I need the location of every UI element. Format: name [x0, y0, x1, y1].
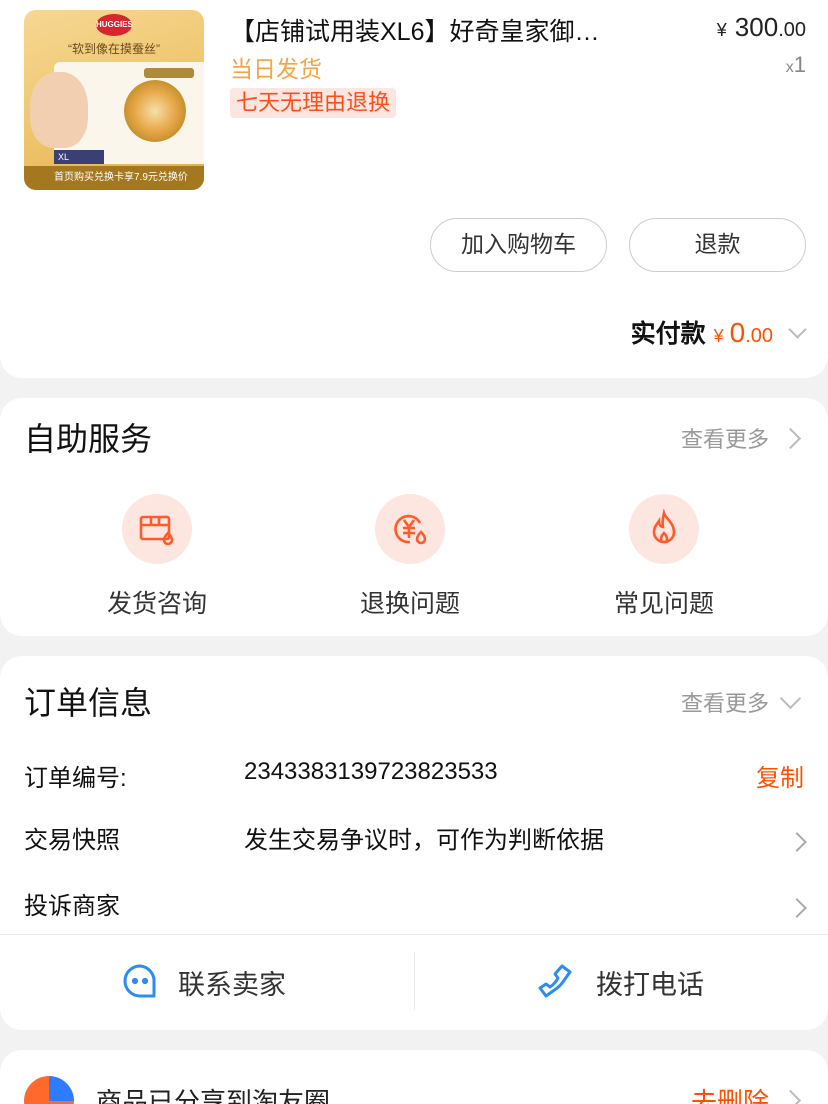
phone-icon [538, 964, 572, 998]
divider [0, 934, 828, 935]
price-int: 300 [734, 12, 779, 42]
self-service-card: 自助服务 查看更多 发货咨询 退换问题 常见问题 [0, 398, 828, 636]
paid-label: 实付款 [630, 320, 706, 348]
service-return-exchange[interactable]: 退换问题 [330, 494, 490, 620]
order-number-label: 订单编号: [24, 765, 127, 792]
return-policy-badge: 七天无理由退换 [230, 88, 397, 118]
chevron-right-icon [787, 898, 807, 918]
shipping-label: 当日发货 [230, 56, 322, 82]
flame-icon [629, 494, 699, 564]
order-info-card: 订单信息 查看更多 订单编号: 2343383139723823533 复制 交… [0, 656, 828, 1030]
image-slogan: “软到像在摸蚕丝” [68, 42, 160, 56]
snapshot-value: 发生交易争议时，可作为判断依据 [244, 827, 604, 854]
chevron-right-icon [779, 427, 802, 449]
pack-tag [144, 68, 194, 78]
snapshot-label: 交易快照 [24, 827, 120, 854]
order-info-title: 订单信息 [24, 685, 153, 721]
pack-size-tag: XL [54, 150, 104, 164]
chat-icon [123, 964, 156, 998]
contact-seller-button[interactable]: 联系卖家 [120, 956, 286, 1008]
yen-exchange-icon [375, 494, 445, 564]
chevron-right-icon [787, 832, 807, 852]
copy-button[interactable]: 复制 [756, 758, 804, 793]
service-label: 常见问题 [613, 590, 714, 618]
baby-figure [30, 72, 88, 148]
share-status-text: 商品已分享到淘友圈 [96, 1087, 331, 1104]
call-phone-button[interactable]: 拨打电话 [536, 956, 704, 1008]
self-service-title: 自助服务 [24, 421, 153, 457]
share-card: 商品已分享到淘友圈 去删除 [0, 1050, 828, 1104]
vertical-divider [414, 952, 415, 1010]
product-card: HUGGIES “软到像在摸蚕丝” XL 首页购买兑换卡享7.9元兑换价 【店铺… [0, 0, 828, 378]
huggies-logo: HUGGIES [96, 14, 133, 36]
order-number-value: 2343383139723823533 [244, 758, 498, 785]
paid-amount: ¥0.00 [713, 317, 773, 348]
decor-bowl [124, 80, 186, 142]
product-quantity: x1 [785, 52, 806, 77]
add-to-cart-button[interactable]: 加入购物车 [430, 218, 607, 272]
service-label: 退换问题 [359, 590, 460, 618]
chevron-right-icon [779, 1089, 802, 1104]
service-shipping-inquiry[interactable]: 发货咨询 [77, 494, 237, 620]
product-image[interactable]: HUGGIES “软到像在摸蚕丝” XL 首页购买兑换卡享7.9元兑换价 [24, 10, 204, 190]
self-service-more-link[interactable]: 查看更多 [681, 422, 802, 454]
refund-button[interactable]: 退款 [629, 218, 806, 272]
delete-share-button[interactable]: 去删除 [691, 1082, 802, 1104]
order-info-more-link[interactable]: 查看更多 [681, 686, 802, 718]
complain-label: 投诉商家 [24, 893, 120, 920]
package-icon [122, 494, 192, 564]
service-label: 发货咨询 [106, 590, 207, 618]
product-title[interactable]: 【店铺试用装XL6】好奇皇家御… [230, 12, 660, 48]
service-faq[interactable]: 常见问题 [584, 494, 744, 620]
chevron-down-icon [788, 320, 807, 339]
paid-amount-row[interactable]: 实付款 ¥0.00 [630, 314, 807, 350]
price-symbol: ¥ [716, 20, 727, 40]
chevron-down-icon [779, 687, 802, 709]
product-price: ¥300.00 [717, 12, 806, 43]
price-decimal: .00 [778, 19, 806, 41]
share-circle-icon [24, 1076, 74, 1104]
image-promo-strip: 首页购买兑换卡享7.9元兑换价 [24, 166, 204, 190]
